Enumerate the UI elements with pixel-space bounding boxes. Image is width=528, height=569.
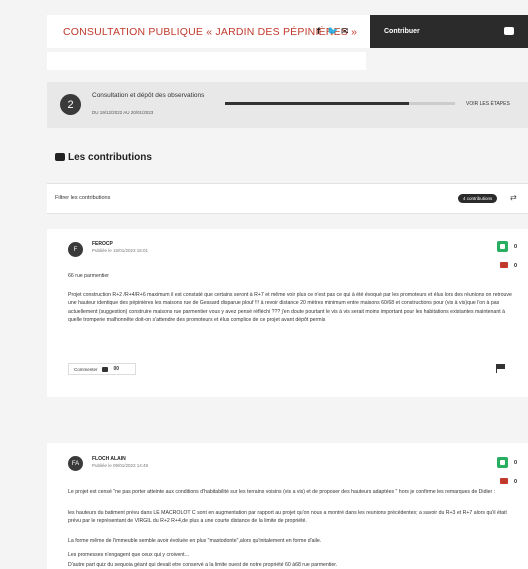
downvote-count: 0 — [514, 479, 518, 485]
contributions-heading: Les contributions — [55, 152, 152, 163]
comment-button[interactable]: Commenter 00 — [68, 363, 136, 375]
avatar: FA — [68, 456, 83, 471]
thumbs-down-icon[interactable] — [500, 262, 508, 268]
contribution-text: les hauteurs du batiment prévu dans LE M… — [68, 510, 507, 525]
author-name[interactable]: FLOCH ALAIN — [92, 456, 126, 462]
comment-label: Commenter — [74, 366, 98, 372]
contribute-label: Contribuer — [384, 28, 420, 35]
upvote-count: 0 — [514, 244, 518, 250]
speech-bubble-icon — [504, 27, 514, 35]
phase-progress-bar — [225, 102, 455, 105]
thumbs-up-icon[interactable] — [497, 457, 508, 468]
thumbs-down-icon[interactable] — [500, 478, 508, 484]
filter-bar — [47, 183, 528, 214]
downvote-count: 0 — [514, 263, 518, 269]
filter-icon[interactable]: ⇄ — [510, 193, 517, 202]
comment-icon — [101, 366, 108, 372]
filter-label[interactable]: Filtrer les contributions — [55, 195, 110, 201]
phase-dates: DU 19/12/2022 AU 20/01/2023 — [92, 110, 154, 115]
phase-progress-fill — [225, 102, 409, 105]
publish-date: Publiée le 15/01/2023 16:01 — [92, 248, 149, 253]
sub-header-bar — [47, 52, 366, 70]
contribution-count-badge: 4 contributions — [458, 194, 498, 203]
mail-icon[interactable]: ✉ — [341, 26, 349, 37]
publish-date: Publiée le 09/01/2023 14:49 — [92, 463, 149, 468]
page-title: CONSULTATION PUBLIQUE « JARDIN DES PÉPIN… — [63, 26, 358, 38]
author-name[interactable]: FEROCP — [92, 241, 113, 247]
phase-number: 2 — [60, 94, 81, 115]
contributions-title: Les contributions — [68, 152, 152, 163]
phase-label: Consultation et dépôt des observations — [92, 92, 205, 99]
contribute-button[interactable]: Contribuer — [370, 15, 528, 48]
upvote-count: 0 — [514, 460, 518, 466]
contribution-text: D'autre part quiz du sequoia géant qui d… — [68, 562, 338, 568]
phase-panel — [47, 82, 528, 128]
contribution-text: Le projet est censé "ne pas porter attei… — [68, 489, 496, 495]
contribution-subject: 66 rue parmentier — [68, 273, 109, 279]
contribution-text: Les promesses n'engagent que ceux qui y … — [68, 552, 189, 558]
speech-bubble-icon — [55, 153, 65, 161]
flag-icon[interactable] — [496, 364, 505, 373]
comment-count: 00 — [113, 366, 120, 372]
view-steps-link[interactable]: VOIR LES ÉTAPES — [466, 101, 510, 107]
contribution-text: La forme même de l'immeuble semble avoir… — [68, 538, 322, 544]
facebook-icon[interactable]: f — [317, 26, 320, 36]
thumbs-up-icon[interactable] — [497, 241, 508, 252]
twitter-icon[interactable]: 🐦 — [327, 26, 338, 37]
avatar: F — [68, 242, 83, 257]
contribution-text: Projet construction R+2 /R+4/R+6 maximum… — [68, 292, 512, 324]
